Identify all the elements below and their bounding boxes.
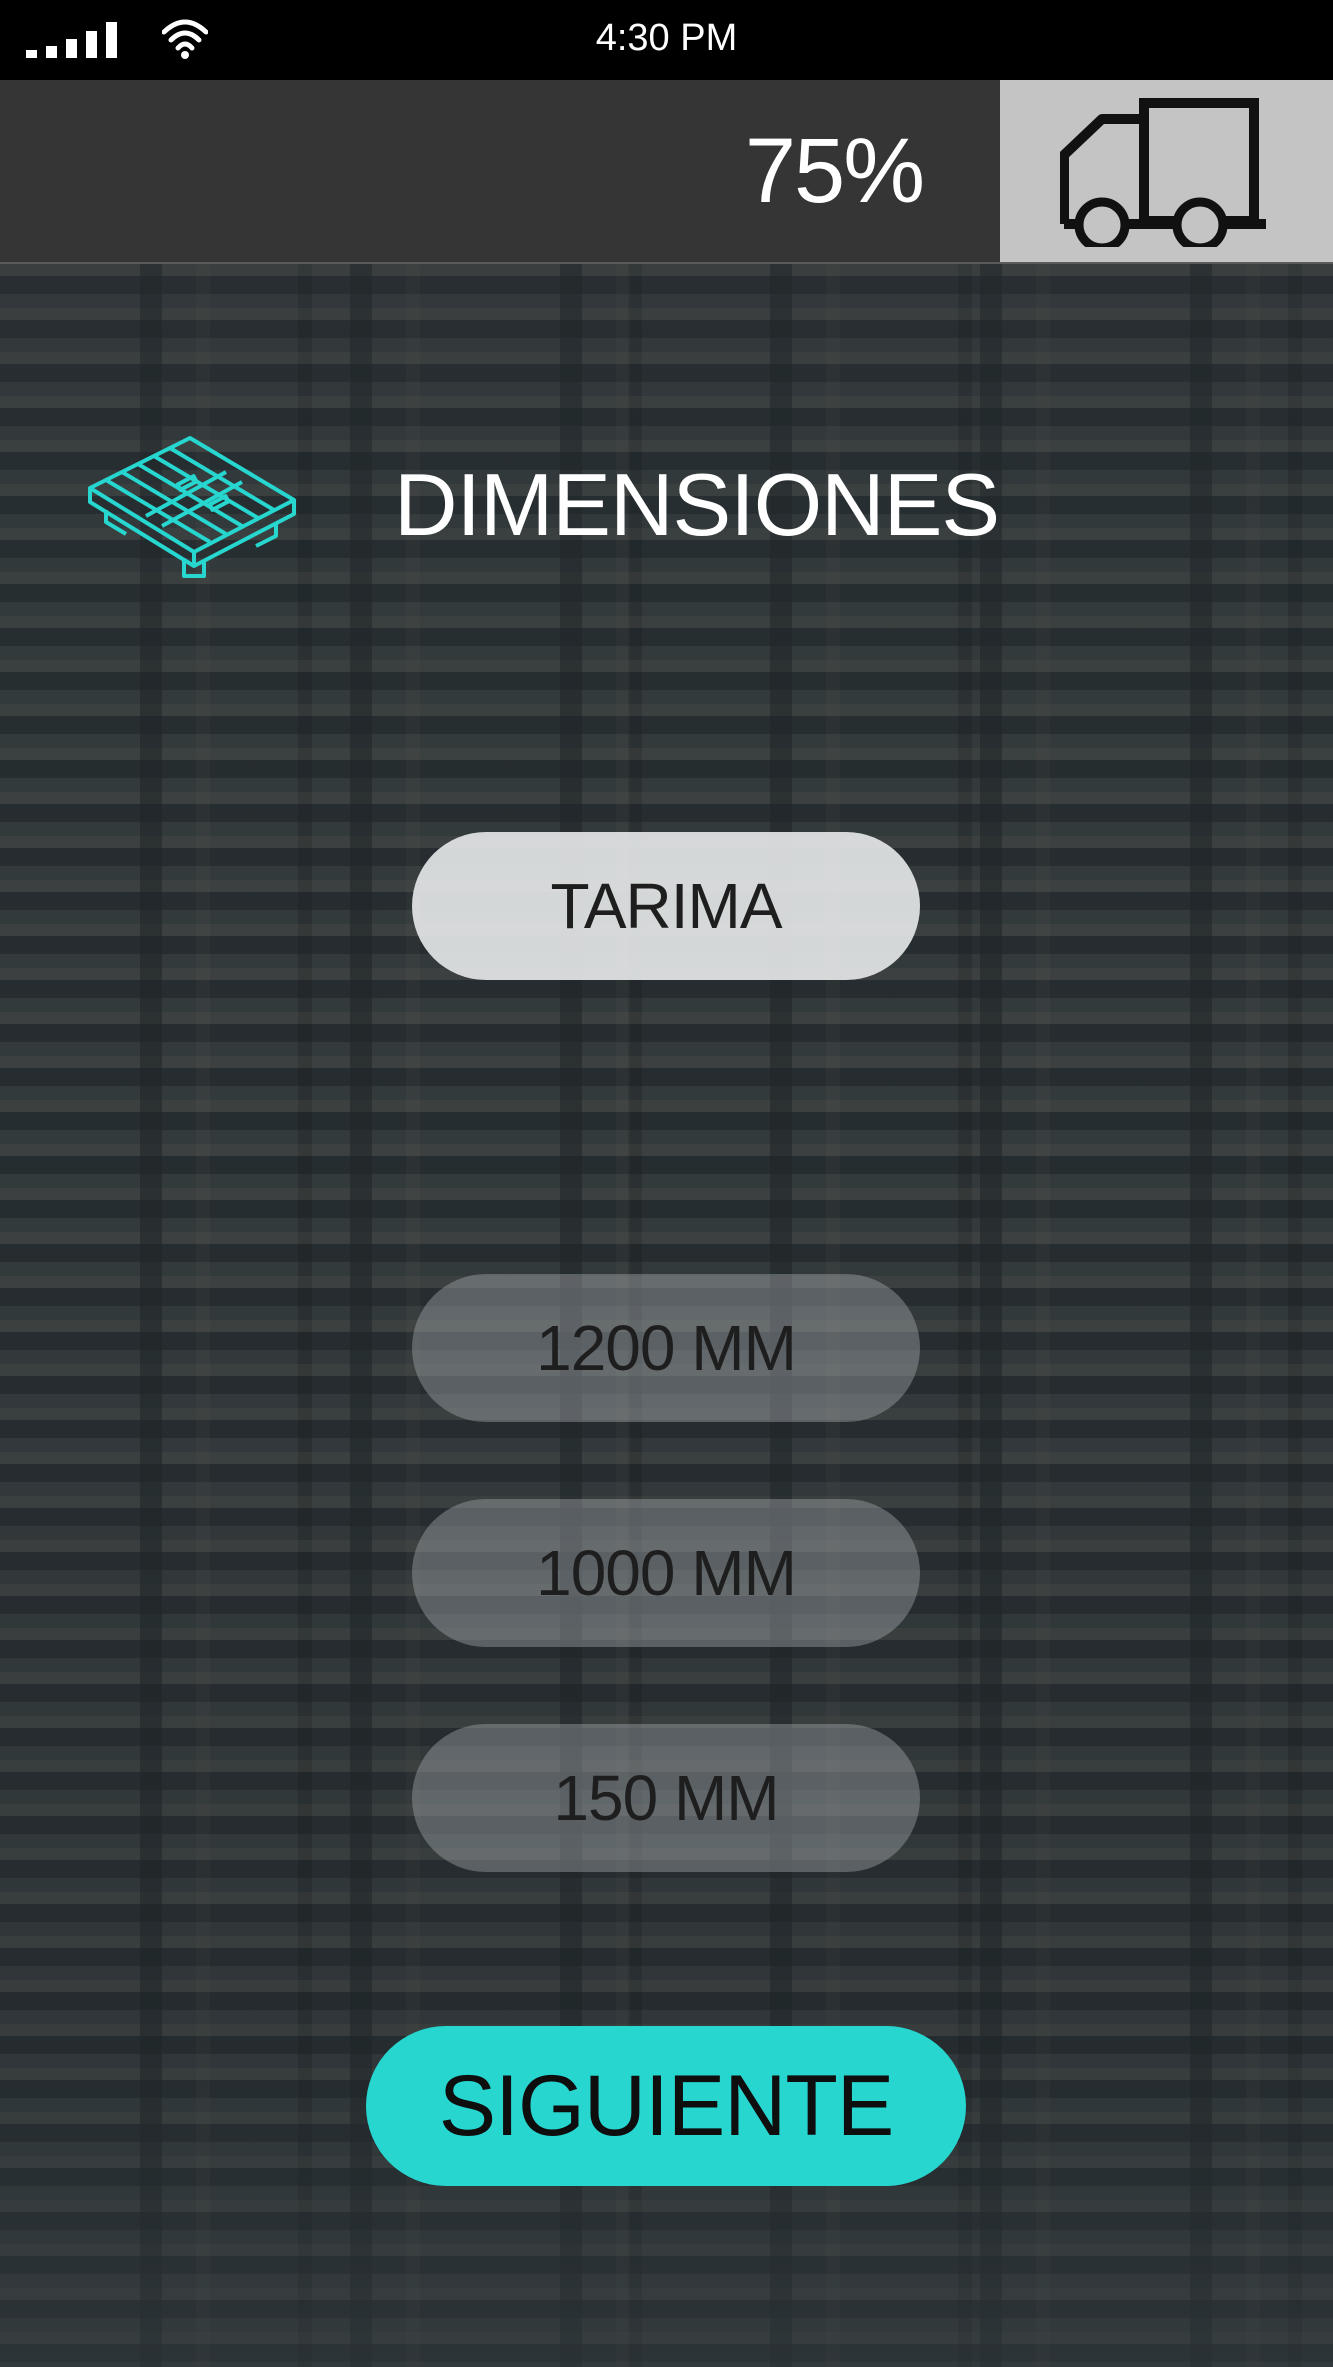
height-option[interactable]: 150 MM — [412, 1724, 920, 1872]
pallet-icon — [88, 436, 296, 578]
status-bar: 4:30 PM — [0, 0, 1333, 80]
width-option[interactable]: 1000 MM — [412, 1499, 920, 1647]
progress-percentage: 75% — [744, 120, 925, 222]
length-option[interactable]: 1200 MM — [412, 1274, 920, 1422]
status-time: 4:30 PM — [595, 17, 738, 59]
header-bar: 75% — [0, 80, 1333, 263]
section-title: DIMENSIONES — [394, 455, 1000, 554]
pallet-type-button[interactable]: TARIMA — [412, 832, 920, 980]
header-divider — [0, 262, 1333, 264]
truck-button[interactable] — [1000, 80, 1333, 263]
next-button[interactable]: SIGUIENTE — [366, 2026, 966, 2186]
app-screen: 4:30 PM 75% DIMENSIONES TARIMA 1200 MM 1… — [0, 0, 1333, 2367]
truck-icon — [1060, 98, 1266, 247]
